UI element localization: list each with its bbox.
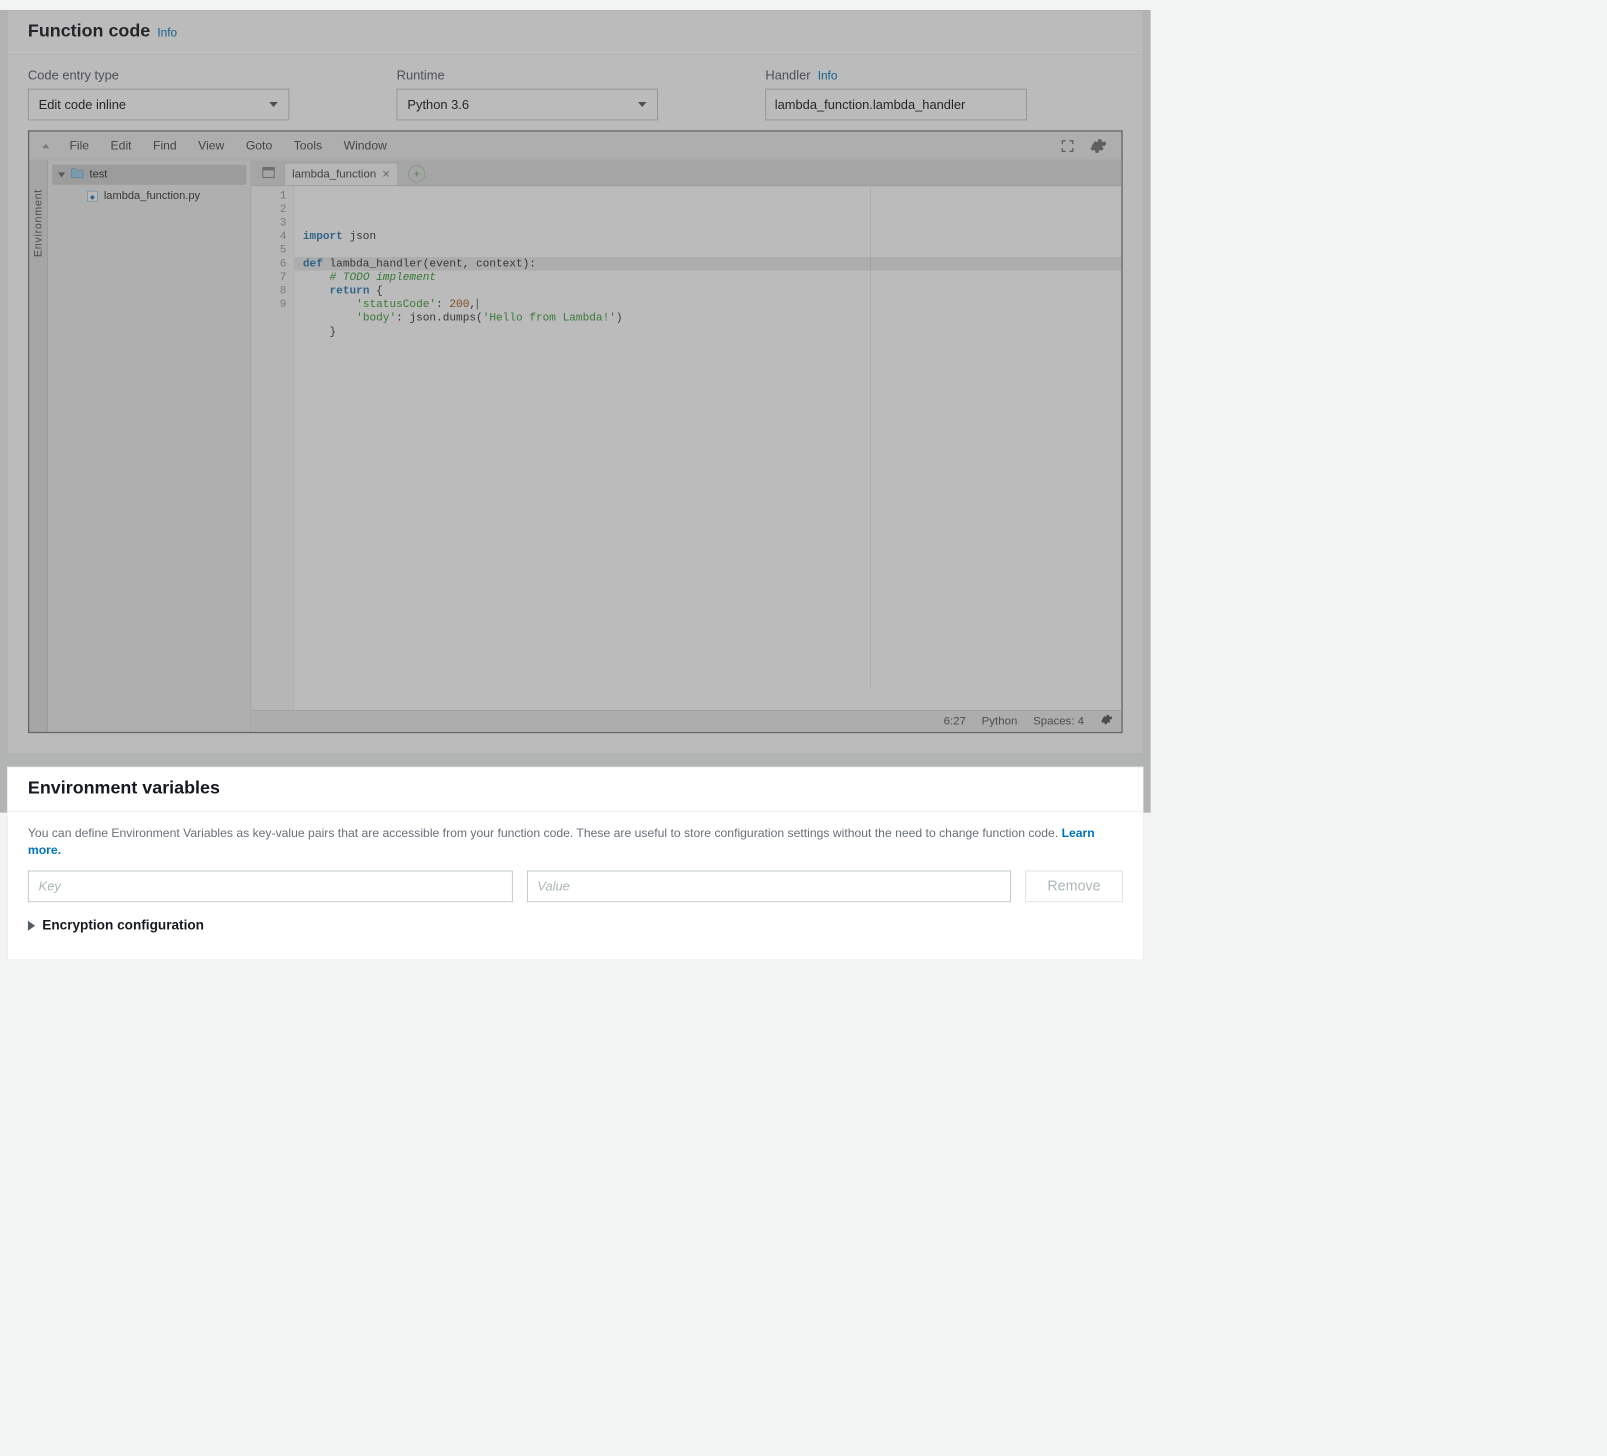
tab-dock-icon[interactable] (258, 163, 278, 183)
tab-strip: lambda_function ✕ + (251, 160, 1121, 186)
code-entry-value: Edit code inline (39, 97, 126, 112)
env-value-input[interactable] (527, 871, 1011, 903)
menu-goto[interactable]: Goto (237, 134, 281, 157)
menu-edit[interactable]: Edit (102, 134, 140, 157)
code-editor[interactable]: 123456789 import json def lambda_handler… (251, 186, 1121, 710)
python-file-icon: ◆ (87, 190, 98, 201)
code-body[interactable]: import json def lambda_handler(event, co… (294, 186, 1121, 710)
gear-icon[interactable] (1100, 713, 1113, 729)
menu-view[interactable]: View (190, 134, 233, 157)
function-code-panel: Function code Info Code entry type Edit … (7, 10, 1143, 754)
panel-title: Function code (28, 21, 150, 42)
remove-button[interactable]: Remove (1025, 871, 1122, 903)
line-gutter: 123456789 (251, 186, 294, 710)
editor-tab[interactable]: lambda_function ✕ (284, 163, 398, 186)
disclosure-triangle-icon (58, 172, 65, 177)
encryption-label: Encryption configuration (42, 918, 204, 934)
close-icon[interactable]: ✕ (382, 168, 390, 180)
env-vars-title: Environment variables (28, 778, 220, 799)
collapse-icon[interactable] (39, 139, 52, 152)
ide-container: File Edit Find View Goto Tools Window En… (28, 130, 1123, 733)
runtime-label: Runtime (397, 68, 658, 83)
env-vars-description: You can define Environment Variables as … (28, 825, 1123, 859)
panel-header: Function code Info (8, 11, 1143, 55)
tree-folder-label: test (90, 168, 108, 181)
runtime-select[interactable]: Python 3.6 (397, 89, 658, 121)
code-entry-select[interactable]: Edit code inline (28, 89, 289, 121)
menu-tools[interactable]: Tools (285, 134, 331, 157)
file-language[interactable]: Python (982, 715, 1018, 728)
ide-menubar: File Edit Find View Goto Tools Window (29, 132, 1121, 161)
folder-icon (71, 167, 84, 182)
menu-file[interactable]: File (61, 134, 98, 157)
chevron-right-icon (28, 921, 35, 931)
tab-label: lambda_function (292, 168, 376, 181)
svg-text:◆: ◆ (90, 194, 95, 201)
environment-gutter[interactable]: Environment (29, 160, 48, 731)
chevron-down-icon (269, 97, 279, 112)
chevron-down-icon (637, 97, 647, 112)
env-key-input[interactable] (28, 871, 512, 903)
handler-label: Handler (765, 68, 810, 83)
handler-info-link[interactable]: Info (818, 69, 838, 83)
code-entry-label: Code entry type (28, 68, 289, 83)
add-tab-icon[interactable]: + (408, 165, 425, 182)
cursor-position[interactable]: 6:27 (944, 715, 966, 728)
menu-find[interactable]: Find (144, 134, 185, 157)
handler-input[interactable] (765, 89, 1026, 121)
environment-gutter-label: Environment (32, 189, 44, 257)
indentation[interactable]: Spaces: 4 (1033, 715, 1084, 728)
tree-folder-root[interactable]: test (52, 165, 246, 185)
encryption-expander[interactable]: Encryption configuration (28, 918, 1123, 939)
fullscreen-icon[interactable] (1055, 135, 1079, 156)
file-tree[interactable]: test ◆ lambda_function.py (48, 160, 251, 731)
editor-statusbar: 6:27 Python Spaces: 4 (251, 710, 1121, 731)
info-link[interactable]: Info (157, 26, 177, 40)
runtime-value: Python 3.6 (407, 97, 469, 112)
gear-icon[interactable] (1084, 134, 1111, 158)
menu-window[interactable]: Window (335, 134, 395, 157)
tree-file[interactable]: ◆ lambda_function.py (48, 186, 251, 206)
env-vars-panel: Environment variables You can define Env… (7, 767, 1143, 960)
tree-file-label: lambda_function.py (104, 190, 200, 203)
